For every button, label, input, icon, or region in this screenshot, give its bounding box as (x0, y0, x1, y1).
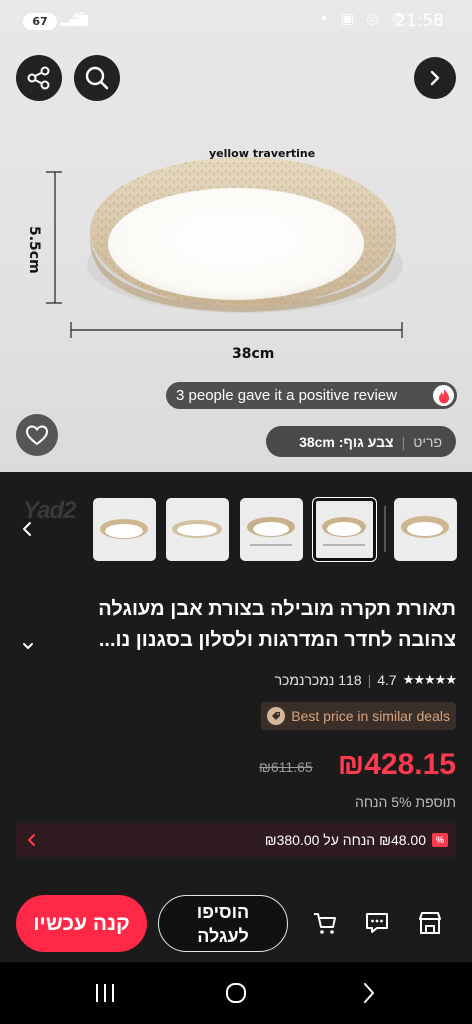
share-icon (27, 66, 50, 90)
battery-indicator: 67 (23, 13, 57, 30)
thumbnail-1[interactable] (93, 498, 156, 561)
system-navigation-bar (0, 962, 472, 1024)
recent-apps-icon (96, 984, 114, 1002)
chevron-left-icon (26, 832, 38, 853)
original-price: ₪611.65 (259, 759, 313, 775)
home-icon (226, 983, 246, 1003)
chevron-right-icon (364, 983, 374, 1003)
cart-icon (314, 913, 336, 934)
rating-stars-icon: ★★★★★ (402, 672, 457, 687)
status-bar: 67 ▂▄▆ 4G • ▣ ◎ ℗ 21:58 (0, 0, 472, 42)
heart-icon (25, 425, 49, 446)
thumbnail-prev-button[interactable] (20, 519, 34, 544)
expand-title-button[interactable] (21, 638, 35, 656)
thumbnail-image (401, 516, 449, 538)
rating-row[interactable]: ★★★★★ 4.7 | 118 נמכרנמכר (274, 672, 457, 688)
thumbnail-image (172, 520, 222, 538)
extra-discount-text: תוספת 5% הנחה (354, 794, 456, 810)
share-button[interactable] (16, 55, 62, 101)
variant-separator: | (401, 433, 406, 450)
forward-button[interactable] (414, 57, 456, 99)
search-icon (85, 66, 109, 90)
best-price-badge[interactable]: Best price in similar deals (261, 702, 456, 730)
product-title-line-1: תאורת תקרה מובילה בצורת אבן מעוגלה (98, 598, 456, 620)
variant-selector[interactable]: פריט | צבע גוף: 38cm (266, 426, 456, 457)
coupon-text: ₪48.00 הנחה על ₪380.00 (264, 832, 426, 848)
home-button[interactable] (221, 980, 251, 1006)
rating-value: 4.7 (377, 672, 397, 688)
price-tag-icon (267, 707, 286, 725)
product-image-hero[interactable]: yellow travertine 5.5cm 38cm 67 ▂▄▆ 4G •… (0, 0, 472, 472)
fire-icon (433, 385, 454, 406)
chevron-left-icon (23, 522, 31, 536)
positive-review-badge: 3 people gave it a positive review (166, 382, 457, 409)
variant-label: פריט (413, 433, 442, 450)
search-button[interactable] (74, 55, 120, 101)
current-price: ₪428.15 (337, 748, 456, 781)
chat-icon (366, 913, 388, 933)
chevron-right-icon (430, 70, 440, 86)
thumbnail-image (322, 517, 366, 546)
chat-button[interactable] (362, 908, 392, 938)
height-dimension-label: 5.5cm (26, 226, 42, 274)
rating-separator: | (367, 672, 372, 688)
product-title-line-2: צהובה לחדר המדרגות ולסלון בסגנון נו... (98, 629, 456, 651)
width-dimension-label: 38cm (232, 346, 275, 362)
best-price-text: Best price in similar deals (291, 708, 450, 724)
back-button[interactable] (354, 980, 384, 1006)
product-title[interactable]: תאורת תקרה מובילה בצורת אבן מעוגלה צהובה… (16, 594, 456, 656)
thumbnail-5[interactable] (394, 498, 457, 561)
cart-button[interactable] (310, 908, 340, 938)
chevron-down-icon (23, 643, 33, 649)
image-label: yellow travertine (209, 147, 316, 160)
buy-now-button[interactable]: קנה עכשיו (16, 895, 147, 952)
thumbnail-image (100, 519, 148, 539)
variant-value: צבע גוף: 38cm (299, 433, 394, 450)
store-button[interactable] (415, 908, 445, 938)
thumbnail-divider (384, 506, 386, 552)
recent-apps-button[interactable] (90, 980, 120, 1006)
add-to-cart-button[interactable]: הוסיפו לעגלה (158, 895, 288, 952)
network-type: 4G (73, 11, 86, 20)
store-icon (419, 912, 441, 934)
thumbnail-2[interactable] (166, 498, 229, 561)
coupon-percent-icon: % (432, 833, 448, 847)
status-clock: 21:58 (395, 11, 444, 31)
coupon-bar[interactable]: % ₪48.00 הנחה על ₪380.00 (16, 823, 456, 857)
sold-count: 118 נמכרנמכר (274, 672, 362, 688)
thumbnail-image (247, 517, 295, 546)
review-badge-text: 3 people gave it a positive review (176, 387, 397, 404)
thumbnail-4[interactable] (312, 497, 377, 562)
thumbnail-3[interactable] (240, 498, 303, 561)
favorite-button[interactable] (16, 414, 58, 456)
